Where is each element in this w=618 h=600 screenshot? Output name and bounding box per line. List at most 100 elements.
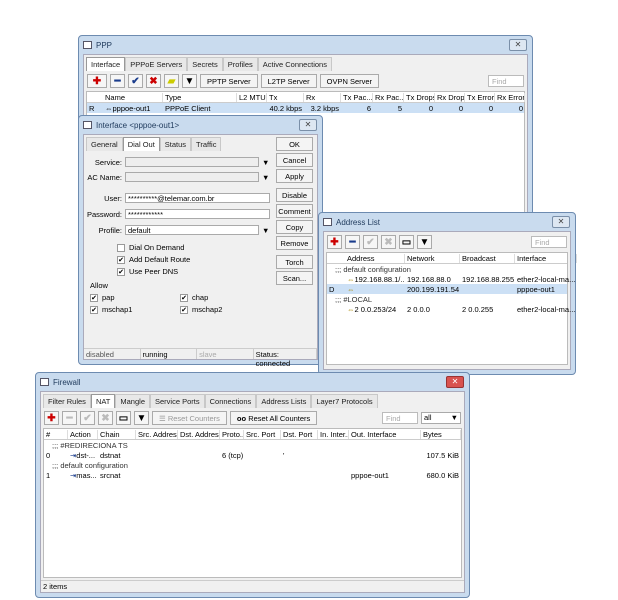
comment-icon[interactable]: ▰ [164, 74, 179, 88]
chap-checkbox[interactable]: ✔ chap [180, 293, 208, 302]
close-button[interactable]: ✕ [446, 376, 464, 388]
col-l2mtu[interactable]: L2 MTU [237, 92, 267, 102]
col-rx[interactable]: Rx [304, 92, 341, 102]
disable-icon[interactable]: ✖ [381, 235, 396, 249]
col-src-address[interactable]: Src. Address [136, 429, 178, 439]
disable-icon[interactable]: ✖ [98, 411, 113, 425]
service-input[interactable] [125, 157, 259, 167]
checkbox[interactable] [117, 243, 125, 252]
close-button[interactable]: ✕ [509, 39, 527, 51]
tab-interface[interactable]: Interface [86, 57, 126, 71]
col-src-port[interactable]: Src. Port [244, 429, 281, 439]
checkbox[interactable]: ✔ [90, 305, 98, 314]
tab-general[interactable]: General [86, 137, 123, 151]
find-input[interactable]: Find [382, 412, 418, 424]
torch-button[interactable]: Torch [276, 255, 313, 269]
tab-nat[interactable]: NAT [90, 394, 116, 408]
checkbox[interactable]: ✔ [180, 293, 188, 302]
col-name[interactable]: Name [103, 92, 163, 102]
remove-icon[interactable]: ━ [110, 74, 125, 88]
disable-button[interactable]: Disable [276, 188, 313, 202]
enable-icon[interactable]: ✔ [128, 74, 143, 88]
col-tx[interactable]: Tx [267, 92, 304, 102]
pptp-server-button[interactable]: PPTP Server [200, 74, 258, 88]
add-icon[interactable]: ✚ [87, 74, 107, 88]
col-broadcast[interactable]: Broadcast [460, 253, 515, 263]
cancel-button[interactable]: Cancel [276, 153, 313, 167]
col-address[interactable]: Address [345, 253, 405, 263]
col-bytes[interactable]: Bytes [421, 429, 461, 439]
tab-layer7-protocols[interactable]: Layer7 Protocols [311, 394, 378, 408]
dropdown-icon[interactable]: ▼ [262, 173, 269, 182]
table-row[interactable]: ⇔192.168.88.1/... 192.168.88.0 192.168.8… [327, 274, 575, 284]
col-tx-packets[interactable]: Tx Pac... [341, 92, 373, 102]
reset-all-counters-button[interactable]: oo Reset All Counters [229, 411, 318, 425]
col-protocol[interactable]: Proto... [220, 429, 244, 439]
mschap2-checkbox[interactable]: ✔ mschap2 [180, 305, 222, 314]
add-icon[interactable]: ✚ [44, 411, 59, 425]
table-row[interactable]: D ⇔ 200.199.191.54 pppoe-out1 [327, 284, 567, 294]
find-input[interactable]: Find [531, 236, 567, 248]
enable-icon[interactable]: ✔ [363, 235, 378, 249]
col-number[interactable]: # [44, 429, 68, 439]
filter-icon[interactable]: ▼ [417, 235, 432, 249]
ok-button[interactable]: OK [276, 137, 313, 151]
table-row[interactable]: 1 ⇥mas... srcnat pppoe-out1 680.0 KiB [44, 470, 461, 480]
tab-secrets[interactable]: Secrets [187, 57, 223, 71]
l2tp-server-button[interactable]: L2TP Server [260, 74, 317, 88]
col-network[interactable]: Network [405, 253, 460, 263]
filter-icon[interactable]: ▼ [182, 74, 197, 88]
add-icon[interactable]: ✚ [327, 235, 342, 249]
use-peer-dns-checkbox[interactable]: ✔ Use Peer DNS [117, 267, 178, 276]
col-rx-packets[interactable]: Rx Pac... [373, 92, 404, 102]
tab-status[interactable]: Status [159, 137, 192, 151]
remove-icon[interactable]: ━ [62, 411, 77, 425]
disable-icon[interactable]: ✖ [146, 74, 161, 88]
reset-counters-button[interactable]: ☰ Reset Counters [152, 411, 227, 425]
checkbox[interactable]: ✔ [180, 305, 188, 314]
remove-button[interactable]: Remove [276, 236, 313, 250]
copy-button[interactable]: Copy [276, 220, 313, 234]
filter-icon[interactable]: ▼ [134, 411, 149, 425]
tab-pppoe-servers[interactable]: PPPoE Servers [125, 57, 188, 71]
scan-button[interactable]: Scan... [276, 271, 313, 285]
pap-checkbox[interactable]: ✔ pap [90, 293, 115, 302]
remove-icon[interactable]: ━ [345, 235, 360, 249]
ovpn-server-button[interactable]: OVPN Server [319, 74, 380, 88]
enable-icon[interactable]: ✔ [80, 411, 95, 425]
table-row[interactable]: 0 ⇥dst-... dstnat 6 (tcp) ' 107.5 KiB [44, 450, 461, 460]
tab-profiles[interactable]: Profiles [222, 57, 258, 71]
col-out-interface[interactable]: Out. Interface [349, 429, 421, 439]
find-input[interactable]: Find [488, 75, 524, 87]
mschap1-checkbox[interactable]: ✔ mschap1 [90, 305, 132, 314]
comment-icon[interactable]: ▭ [116, 411, 131, 425]
profile-select[interactable]: default [125, 225, 259, 235]
col-action[interactable]: Action [68, 429, 98, 439]
col-tx-drops[interactable]: Tx Drops [404, 92, 435, 102]
tab-service-ports[interactable]: Service Ports [150, 394, 205, 408]
tab-filter-rules[interactable]: Filter Rules [43, 394, 91, 408]
apply-button[interactable]: Apply [276, 169, 313, 183]
checkbox[interactable]: ✔ [117, 267, 125, 276]
table-row[interactable]: R ⇔pppoe-out1 PPPoE Client 40.2 kbps 3.2… [87, 103, 524, 113]
comment-icon[interactable]: ▭ [399, 235, 414, 249]
tab-dial-out[interactable]: Dial Out [122, 137, 160, 151]
col-tx-errors[interactable]: Tx Errors [465, 92, 495, 102]
add-default-route-checkbox[interactable]: ✔ Add Default Route [117, 255, 190, 264]
user-input[interactable]: **********@telemar.com.br [125, 193, 270, 203]
password-input[interactable]: ************ [125, 209, 270, 219]
col-dst-address[interactable]: Dst. Address [178, 429, 220, 439]
tab-active-connections[interactable]: Active Connections [257, 57, 332, 71]
col-rx-errors[interactable]: Rx Errors [495, 92, 525, 102]
tab-address-lists[interactable]: Address Lists [256, 394, 312, 408]
checkbox[interactable]: ✔ [90, 293, 98, 302]
close-button[interactable]: ✕ [552, 216, 570, 228]
tab-traffic[interactable]: Traffic [191, 137, 222, 151]
col-in-interface[interactable]: In. Inter... [318, 429, 349, 439]
dropdown-icon[interactable]: ▼ [262, 226, 269, 235]
tab-connections[interactable]: Connections [204, 394, 257, 408]
dropdown-icon[interactable]: ▼ [262, 158, 269, 167]
col-interface[interactable]: Interface [515, 253, 577, 263]
close-button[interactable]: ✕ [299, 119, 317, 131]
tab-mangle[interactable]: Mangle [115, 394, 150, 408]
